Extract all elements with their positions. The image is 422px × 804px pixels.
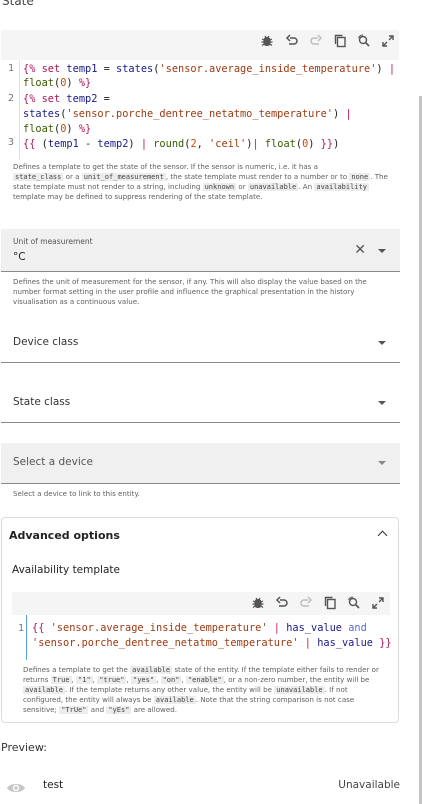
unit-field-label: Unit of measurement [13, 237, 93, 246]
fullscreen-icon[interactable] [370, 595, 386, 611]
availability-template-code[interactable]: 1 {{ 'sensor.average_inside_temperature'… [12, 615, 392, 660]
chevron-up-icon[interactable] [377, 530, 388, 541]
state-class-select[interactable]: State class [1, 382, 400, 423]
advanced-options-panel: Advanced options Availability template 1… [1, 517, 399, 723]
undo-icon[interactable] [284, 33, 300, 49]
preview-entity-name: test [43, 779, 64, 791]
chevron-down-icon[interactable] [378, 461, 386, 465]
chevron-down-icon[interactable] [378, 401, 386, 405]
search-replace-icon[interactable] [356, 33, 372, 49]
code-line-3: {{ (temp1 - temp2) | round(2, 'ceil')| f… [23, 138, 340, 150]
clear-icon[interactable]: ✕ [354, 243, 366, 257]
chevron-down-icon[interactable] [378, 341, 386, 345]
availability-template-help: Defines a template to get the available … [23, 665, 379, 714]
state-section-label: State [2, 0, 34, 8]
redo-icon[interactable] [308, 33, 324, 49]
line-number: 1 [8, 63, 15, 74]
code-line-2-wrap: float(0) %} [23, 123, 92, 135]
unit-of-measurement-field[interactable]: Unit of measurement °C ✕ [1, 229, 400, 272]
redo-icon[interactable] [298, 595, 314, 611]
advanced-options-title[interactable]: Advanced options [9, 529, 120, 542]
preview-label: Preview: [1, 741, 47, 754]
code-line-2: {% set temp2 = [23, 93, 110, 105]
undo-icon[interactable] [274, 595, 290, 611]
state-template-editor: 1 2 3 {% set temp1 = states('sensor.aver… [1, 30, 399, 160]
unit-field-value: °C [13, 251, 26, 263]
unit-field-help: Defines the unit of measurement for the … [13, 277, 367, 306]
editor-toolbar [1, 30, 399, 52]
line-number: 2 [8, 93, 15, 104]
line-number: 1 [18, 623, 25, 634]
editor-toolbar [12, 592, 390, 614]
code-line-1-wrap: float(0) %} [23, 77, 92, 89]
code-line-1: {% set temp1 = states('sensor.average_in… [23, 63, 396, 75]
copy-icon[interactable] [332, 33, 348, 49]
fullscreen-icon[interactable] [380, 33, 396, 49]
code-line-1: {{ 'sensor.average_inside_temperature' |… [32, 622, 367, 634]
line-number: 3 [8, 137, 15, 148]
bug-icon[interactable] [250, 595, 266, 611]
bug-icon[interactable] [259, 33, 275, 49]
search-replace-icon[interactable] [346, 595, 362, 611]
code-gutter-border [19, 60, 20, 160]
state-template-help: Defines a template to get the state of t… [13, 162, 388, 201]
device-picker-help: Select a device to link to this entity. [13, 489, 140, 498]
availability-template-title: Availability template [12, 564, 120, 576]
availability-template-editor: 1 {{ 'sensor.average_inside_temperature'… [12, 592, 392, 660]
device-class-label: Device class [13, 336, 79, 348]
eye-icon [6, 780, 26, 799]
device-picker-label: Select a device [13, 456, 93, 468]
code-line-2-wrap: states('sensor.porche_dentree_netatmo_te… [23, 108, 352, 120]
code-line-1-wrap: 'sensor.porche_dentree_netatmo_temperatu… [32, 637, 392, 649]
preview-entity-state: Unavailable [338, 779, 400, 791]
state-class-label: State class [13, 396, 71, 408]
device-class-select[interactable]: Device class [1, 322, 400, 363]
chevron-down-icon[interactable] [378, 249, 386, 253]
state-template-code[interactable]: 1 2 3 {% set temp1 = states('sensor.aver… [1, 60, 399, 160]
device-picker[interactable]: Select a device [1, 443, 400, 484]
copy-icon[interactable] [322, 595, 338, 611]
code-gutter-border [26, 615, 27, 660]
